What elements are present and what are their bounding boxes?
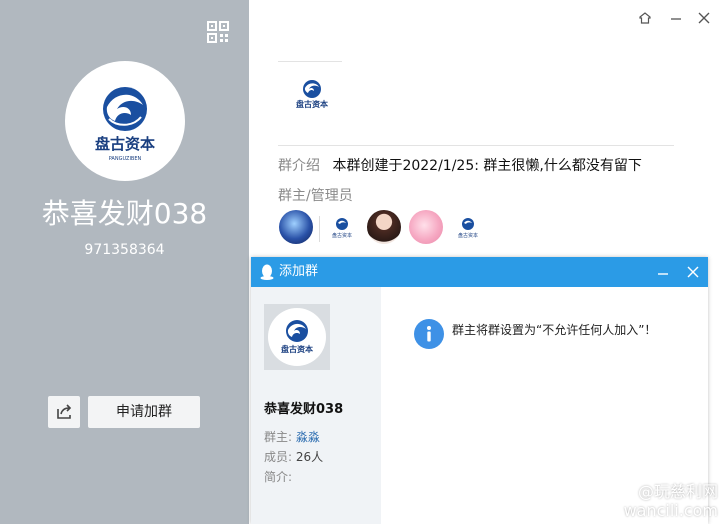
desc-row: 简介: <box>264 468 292 486</box>
minimize-icon[interactable] <box>656 265 670 279</box>
qr-code-icon[interactable] <box>206 20 230 44</box>
intro-text: 本群创建于2022/1/25: 群主很懒,什么都没有留下 <box>332 158 642 174</box>
dialog-group-card: 盘古资本 恭喜发财038 群主: 淼淼 成员: 26人 简介: <box>251 287 381 524</box>
svg-text:盘古资本: 盘古资本 <box>281 344 313 354</box>
pangu-logo-icon: 盘古资本 <box>296 80 328 109</box>
pangu-logo-icon: 盘古资本 <box>332 218 352 239</box>
logo-subtext: PANGUZIBEN <box>109 156 142 162</box>
qq-penguin-icon <box>260 264 274 280</box>
group-intro: 群介绍 本群创建于2022/1/25: 群主很懒,什么都没有留下 <box>278 155 642 177</box>
logo-text: 盘古资本 <box>95 135 155 153</box>
watermark: @玩慈利网 wancili.com <box>624 482 718 520</box>
group-photo[interactable]: 盘古资本 <box>288 70 336 118</box>
share-button[interactable] <box>48 396 80 428</box>
pangu-logo-icon: 盘古资本 PANGUZIBEN <box>95 87 155 162</box>
group-avatar[interactable]: 盘古资本 PANGUZIBEN <box>65 61 185 181</box>
divider <box>319 216 320 242</box>
svg-text:盘古资本: 盘古资本 <box>296 99 328 109</box>
admin-avatar[interactable] <box>367 210 401 244</box>
close-icon[interactable] <box>696 10 712 26</box>
close-icon[interactable] <box>686 265 700 279</box>
group-profile-panel: 盘古资本 PANGUZIBEN 恭喜发财038 971358364 申请加群 <box>0 0 249 524</box>
members-row: 成员: 26人 <box>264 448 323 466</box>
group-id: 971358364 <box>84 242 165 258</box>
skin-icon[interactable] <box>637 10 653 26</box>
members-value: 26人 <box>295 450 324 464</box>
dialog-group-name: 恭喜发财038 <box>264 402 344 417</box>
dialog-group-avatar[interactable]: 盘古资本 <box>264 304 330 370</box>
admin-avatar[interactable]: 盘古资本 <box>451 210 485 244</box>
divider <box>278 145 674 146</box>
dialog-title: 添加群 <box>279 264 319 279</box>
intro-label: 群介绍 <box>278 158 320 174</box>
share-icon <box>57 404 72 419</box>
members-label: 成员: <box>264 450 293 464</box>
dialog-message: 群主将群设置为“不允许任何人加入”！ <box>452 323 657 337</box>
dialog-titlebar[interactable]: 添加群 <box>251 257 708 287</box>
group-name: 恭喜发财038 <box>41 197 208 230</box>
divider <box>278 61 342 62</box>
pangu-logo-icon: 盘古资本 <box>458 218 478 239</box>
apply-join-button[interactable]: 申请加群 <box>88 396 200 428</box>
owner-link[interactable]: 淼淼 <box>296 430 320 444</box>
admins-label: 群主/管理员 <box>278 188 353 204</box>
admin-avatar[interactable] <box>279 210 313 244</box>
svg-text:盘古资本: 盘古资本 <box>458 232 478 239</box>
pangu-logo-icon: 盘古资本 <box>281 320 313 354</box>
info-icon <box>414 319 444 349</box>
admin-avatar[interactable]: 盘古资本 <box>325 210 359 244</box>
minimize-icon[interactable] <box>668 10 684 26</box>
owner-label: 群主: <box>264 430 293 444</box>
watermark-line1: @玩慈利网 <box>637 482 718 501</box>
admin-avatar[interactable] <box>409 210 443 244</box>
desc-label: 简介: <box>264 470 293 484</box>
watermark-line2: wancili.com <box>623 501 718 520</box>
svg-text:盘古资本: 盘古资本 <box>332 232 352 239</box>
owner-row: 群主: 淼淼 <box>264 428 320 446</box>
